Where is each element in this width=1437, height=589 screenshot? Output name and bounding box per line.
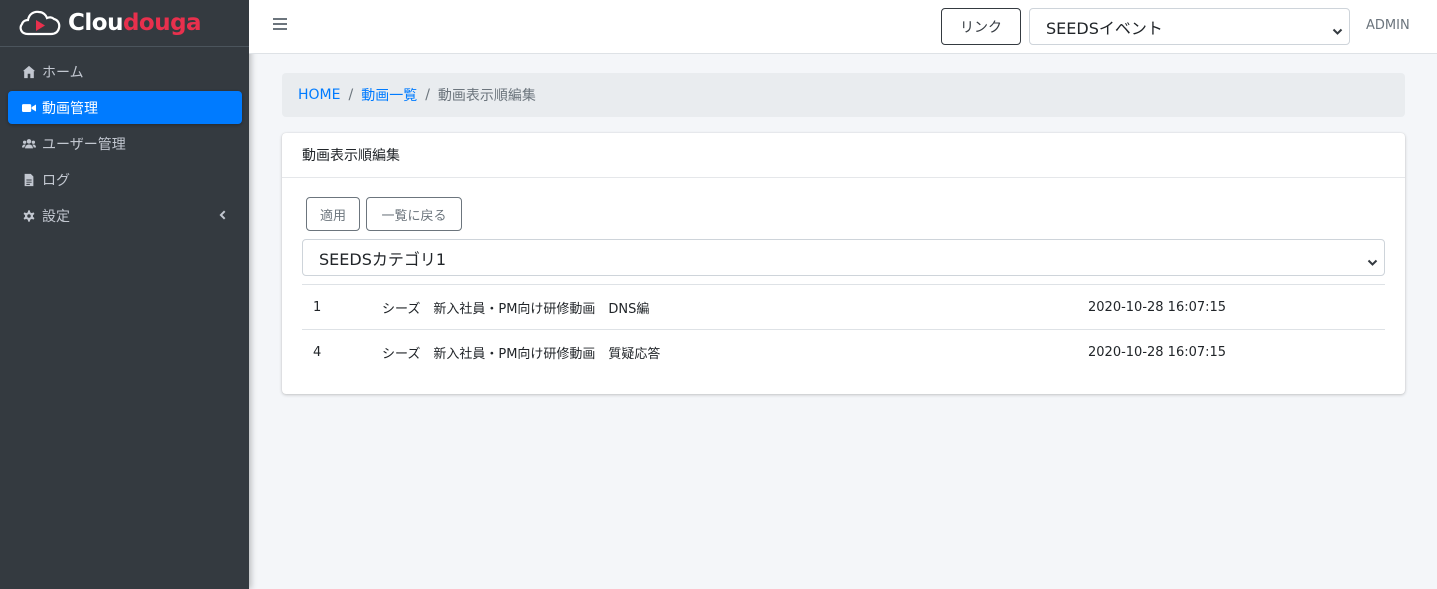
top-navbar: リンク SEEDSイベント ADMIN (249, 0, 1437, 54)
home-icon (22, 65, 36, 79)
table-row[interactable]: 4 シーズ 新入社員・PM向け研修動画 質疑応答 2020-10-28 16:0… (302, 329, 1385, 374)
button-row: 適用 一覧に戻る (306, 197, 468, 231)
category-select-value: SEEDSカテゴリ1 (319, 249, 447, 269)
sidebar-item-user-management[interactable]: ユーザー管理 (8, 127, 242, 160)
apply-button[interactable]: 適用 (306, 197, 360, 231)
breadcrumb-video-list-link[interactable]: 動画一覧 (361, 85, 417, 105)
breadcrumb: HOME / 動画一覧 / 動画表示順編集 (282, 73, 1405, 117)
video-date: 2020-10-28 16:07:15 (1088, 299, 1227, 315)
user-name[interactable]: ADMIN (1366, 18, 1410, 33)
video-date: 2020-10-28 16:07:15 (1088, 344, 1227, 360)
breadcrumb-home-link[interactable]: HOME (298, 87, 340, 103)
sidebar-item-video-management[interactable]: 動画管理 (8, 91, 242, 124)
card-title: 動画表示順編集 (282, 133, 1405, 178)
table-row[interactable]: 1 シーズ 新入社員・PM向け研修動画 DNS編 2020-10-28 16:0… (302, 284, 1385, 329)
breadcrumb-current: 動画表示順編集 (437, 88, 536, 104)
chevron-down-icon (1367, 253, 1378, 266)
video-order-table: 1 シーズ 新入社員・PM向け研修動画 DNS編 2020-10-28 16:0… (302, 284, 1385, 374)
sidebar-item-home[interactable]: ホーム (8, 55, 242, 88)
cloud-play-logo-icon (19, 10, 61, 36)
breadcrumb-separator: / (425, 87, 430, 103)
breadcrumb-separator: / (348, 87, 354, 103)
video-title: シーズ 新入社員・PM向け研修動画 質疑応答 (382, 346, 661, 362)
sidebar-item-label: 動画管理 (42, 100, 98, 117)
chevron-down-icon (1332, 22, 1343, 35)
file-icon (22, 173, 36, 187)
category-select[interactable]: SEEDSカテゴリ1 (302, 239, 1385, 276)
brand-name: Cloudouga (68, 10, 202, 36)
video-id: 4 (313, 344, 322, 360)
video-id: 1 (313, 299, 322, 315)
sidebar-item-label: ユーザー管理 (42, 136, 126, 153)
sidebar-nav: ホーム 動画管理 ユーザー管理 ログ 設定 (0, 47, 249, 232)
event-select-value: SEEDSイベント (1046, 18, 1163, 38)
sidebar: Cloudouga ホーム 動画管理 ユーザー管理 ログ 設定 (0, 0, 249, 589)
sidebar-item-label: ログ (42, 172, 70, 189)
link-button[interactable]: リンク (941, 8, 1021, 45)
gear-icon (22, 209, 36, 223)
event-select[interactable]: SEEDSイベント (1029, 8, 1350, 45)
hamburger-menu-icon[interactable] (273, 18, 287, 32)
users-icon (22, 137, 36, 151)
order-edit-card: 動画表示順編集 適用 一覧に戻る SEEDSカテゴリ1 1 シーズ 新入社員・P… (282, 133, 1405, 394)
back-to-list-button[interactable]: 一覧に戻る (366, 197, 462, 231)
video-camera-icon (22, 101, 36, 115)
brand-link[interactable]: Cloudouga (0, 0, 249, 47)
video-title: シーズ 新入社員・PM向け研修動画 DNS編 (382, 301, 650, 317)
sidebar-item-label: ホーム (42, 64, 84, 81)
sidebar-item-label: 設定 (42, 208, 70, 225)
sidebar-item-log[interactable]: ログ (8, 163, 242, 196)
sidebar-item-settings[interactable]: 設定 (8, 199, 242, 232)
chevron-left-icon (216, 209, 228, 221)
